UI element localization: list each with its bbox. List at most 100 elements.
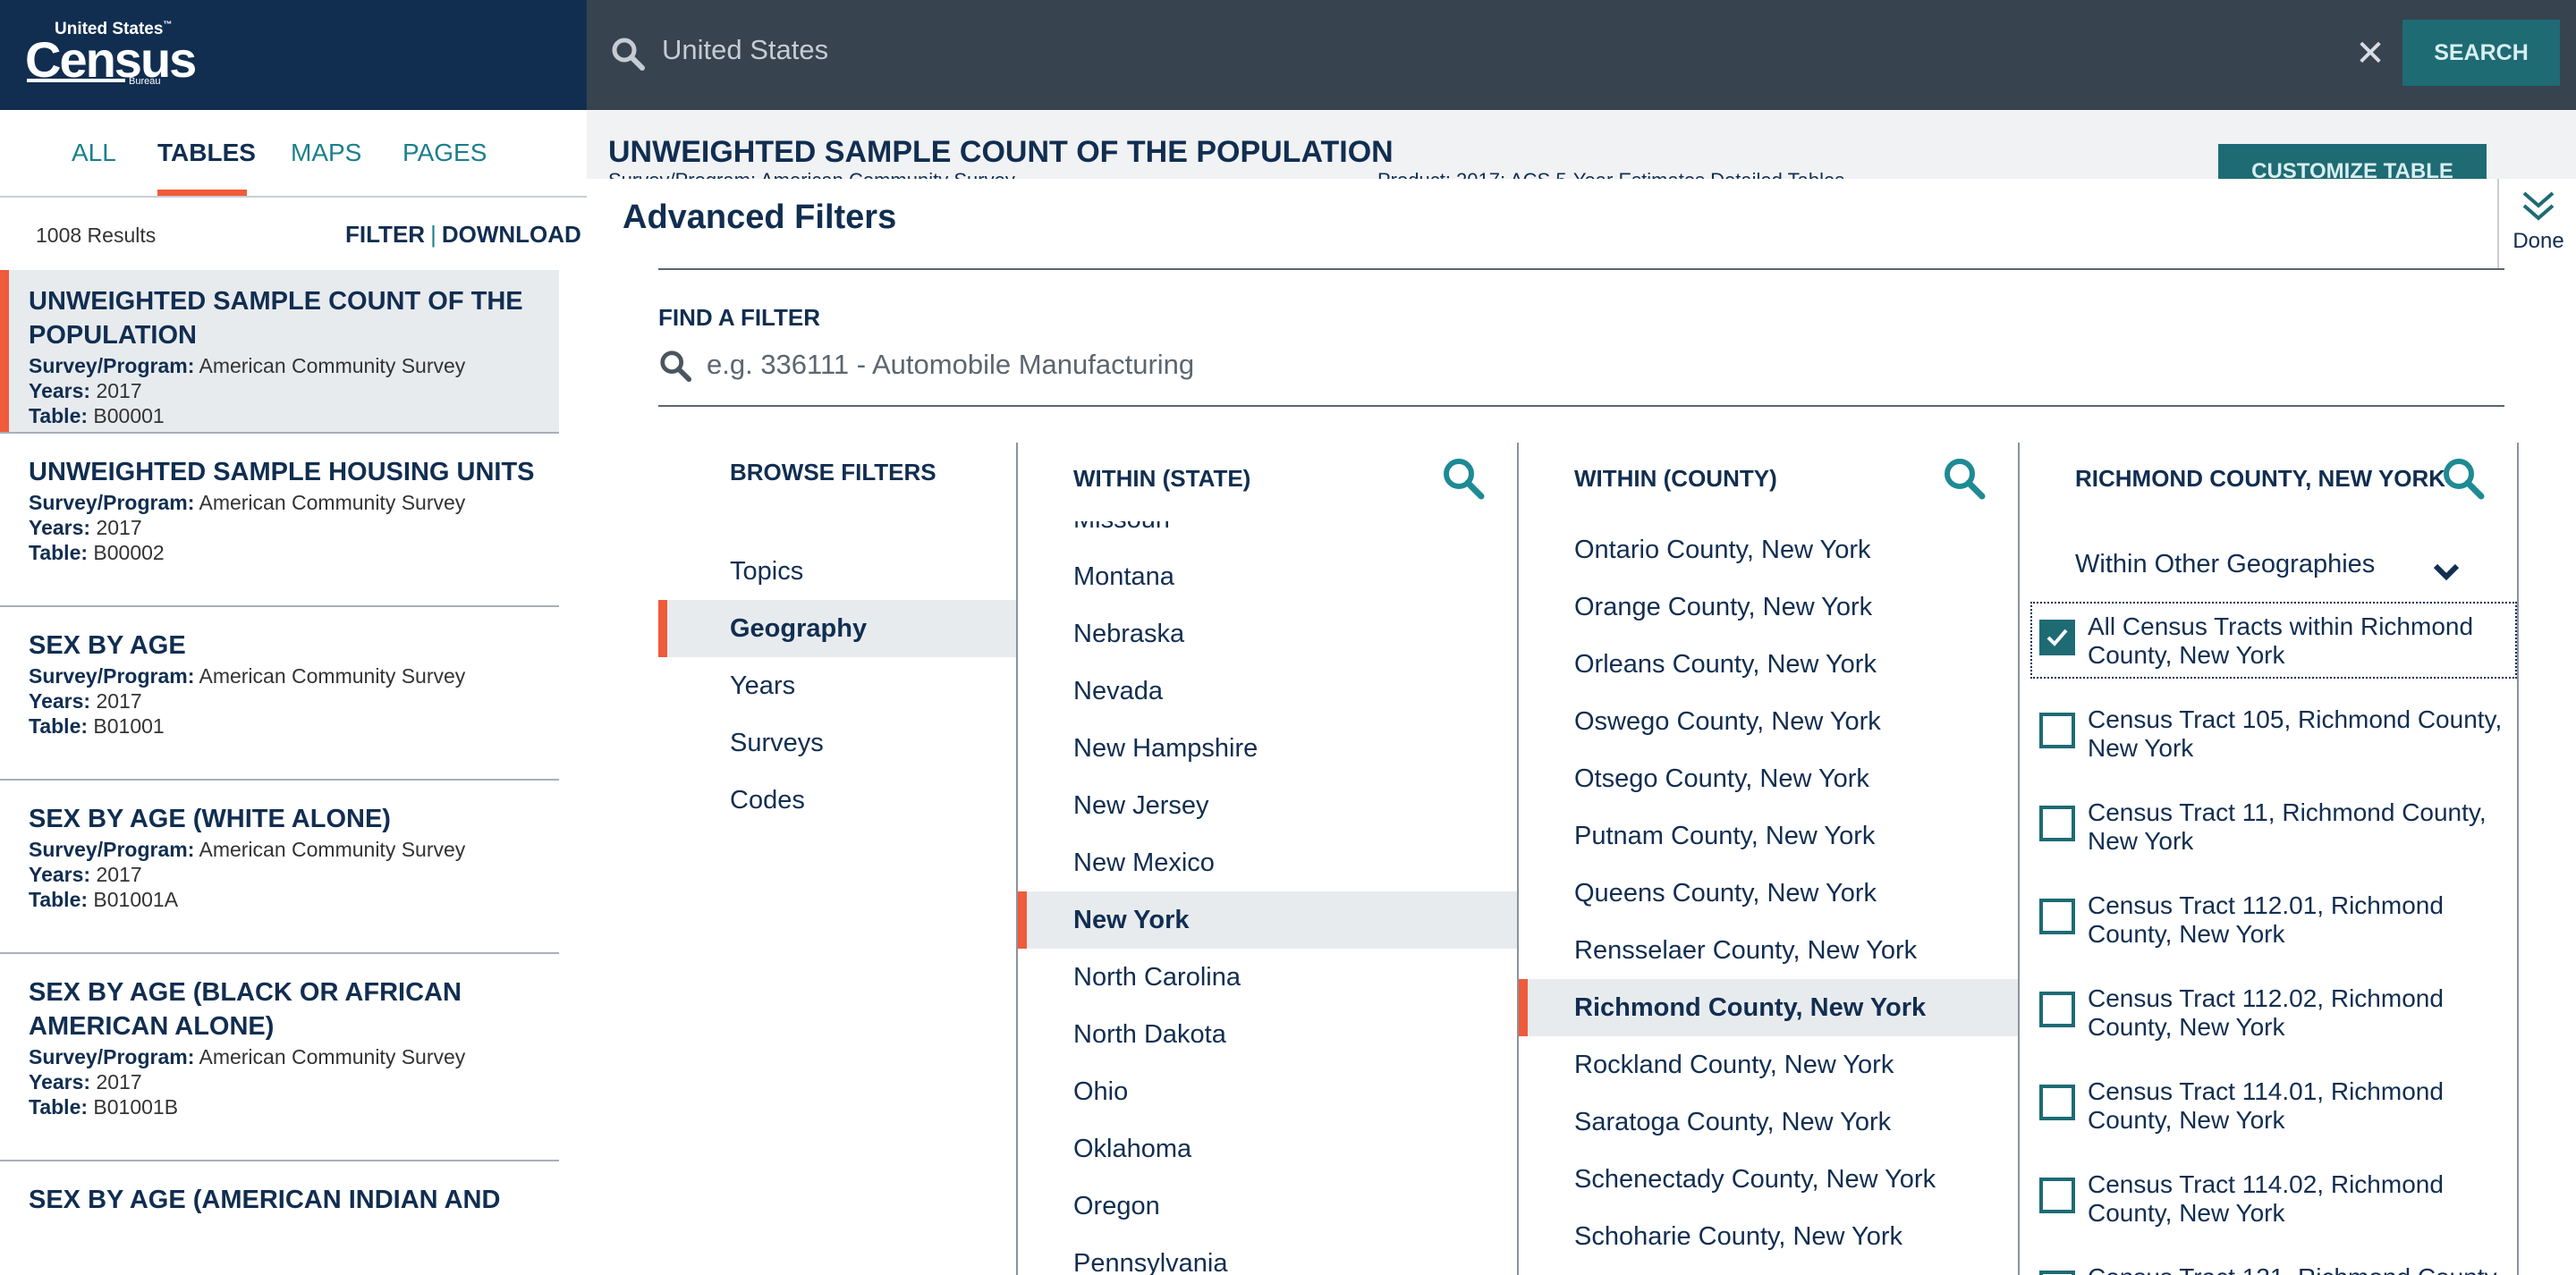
browse-item-years[interactable]: Years (658, 657, 1018, 714)
state-item[interactable]: North Dakota (1018, 1006, 1517, 1063)
state-item[interactable]: Ohio (1018, 1063, 1517, 1120)
customize-table-button[interactable]: CUSTOMIZE TABLE (2218, 144, 2487, 182)
tab-tables[interactable]: TABLES (157, 139, 256, 167)
county-item[interactable]: Schenectady County, New York (1519, 1151, 2018, 1208)
search-icon[interactable] (1941, 455, 1987, 502)
tract-label: Census Tract 114.02, Richmond County, Ne… (2088, 1170, 2444, 1227)
county-item[interactable]: Orleans County, New York (1519, 636, 2018, 693)
tract-label: Census Tract 121, Richmond County (2088, 1263, 2508, 1275)
tract-option[interactable]: Census Tract 112.01, Richmond County, Ne… (2032, 882, 2515, 956)
state-item[interactable]: Pennsylvania (1018, 1235, 1517, 1275)
census-logo[interactable]: United States™ Census Bureau (25, 20, 197, 89)
checkbox-empty-icon[interactable] (2039, 1178, 2075, 1213)
result-years: Years: 2017 (29, 689, 142, 713)
logo-underline (27, 79, 125, 82)
filter-link[interactable]: FILTER (345, 221, 425, 248)
state-item[interactable]: Missouri (1018, 521, 1517, 548)
table-title: UNWEIGHTED SAMPLE COUNT OF THE POPULATIO… (608, 135, 1394, 169)
done-label: Done (2512, 229, 2564, 253)
state-item[interactable]: North Carolina (1018, 949, 1517, 1006)
checkbox-empty-icon[interactable] (2039, 1085, 2075, 1120)
checkbox-empty-icon[interactable] (2039, 713, 2075, 748)
browse-item-geography[interactable]: Geography (658, 600, 1018, 657)
result-table-id: Table: B01001 (29, 714, 165, 738)
search-icon[interactable] (1440, 455, 1487, 502)
state-item[interactable]: New Hampshire (1018, 720, 1517, 777)
done-button[interactable]: Done (2497, 179, 2576, 268)
result-title[interactable]: SEX BY AGE (BLACK OR AFRICAN AMERICAN AL… (29, 975, 556, 1043)
result-item[interactable]: SEX BY AGE (WHITE ALONE) Survey/Program:… (0, 781, 559, 954)
checkbox-empty-icon[interactable] (2039, 899, 2075, 934)
within-county-column: WITHIN (COUNTY) Ontario County, New York… (1517, 443, 2018, 1275)
county-item[interactable]: Oswego County, New York (1519, 693, 2018, 750)
checkbox-checked-icon[interactable] (2039, 620, 2075, 655)
advanced-filters-panel: Advanced Filters Done FIND A FILTER BROW… (587, 179, 2576, 1275)
county-item[interactable]: Putnam County, New York (1519, 807, 2018, 865)
result-title[interactable]: UNWEIGHTED SAMPLE COUNT OF THE POPULATIO… (29, 284, 556, 352)
result-item[interactable]: SEX BY AGE (BLACK OR AFRICAN AMERICAN AL… (0, 954, 559, 1161)
result-title[interactable]: UNWEIGHTED SAMPLE HOUSING UNITS (29, 455, 556, 489)
tab-maps[interactable]: MAPS (291, 139, 361, 167)
county-item-selected[interactable]: Richmond County, New York (1519, 979, 2018, 1036)
state-item[interactable]: New Mexico (1018, 834, 1517, 891)
state-item[interactable]: Montana (1018, 548, 1517, 605)
result-item[interactable]: SEX BY AGE Survey/Program: American Comm… (0, 607, 559, 781)
county-item[interactable]: Saratoga County, New York (1519, 1093, 2018, 1151)
tract-option[interactable]: Census Tract 112.02, Richmond County, Ne… (2032, 975, 2515, 1049)
done-chevrons-icon (2522, 191, 2555, 221)
tract-option[interactable]: All Census Tracts within Richmond County… (2030, 602, 2517, 679)
within-other-geographies-dropdown[interactable]: Within Other Geographies (2075, 550, 2375, 579)
checkbox-empty-icon[interactable] (2039, 1271, 2075, 1275)
close-icon[interactable]: ✕ (2352, 32, 2388, 75)
result-table-id: Table: B00002 (29, 541, 165, 564)
tract-option[interactable]: Census Tract 105, Richmond County, New Y… (2032, 697, 2515, 770)
county-item[interactable]: Otsego County, New York (1519, 750, 2018, 807)
state-item[interactable]: Oregon (1018, 1178, 1517, 1235)
state-item[interactable]: New Jersey (1018, 777, 1517, 834)
result-years: Years: 2017 (29, 516, 142, 539)
result-years: Years: 2017 (29, 379, 142, 402)
header-logo-area: United States™ Census Bureau (0, 0, 587, 110)
county-item[interactable]: Rockland County, New York (1519, 1036, 2018, 1093)
state-item[interactable]: Nevada (1018, 663, 1517, 720)
result-title[interactable]: SEX BY AGE (AMERICAN INDIAN AND (29, 1183, 556, 1217)
result-title[interactable]: SEX BY AGE (WHITE ALONE) (29, 802, 556, 836)
result-item[interactable]: UNWEIGHTED SAMPLE COUNT OF THE POPULATIO… (0, 270, 559, 434)
filter-download-links: FILTER | DOWNLOAD (345, 221, 581, 249)
tract-option[interactable]: Census Tract 114.01, Richmond County, Ne… (2032, 1068, 2515, 1142)
result-title[interactable]: SEX BY AGE (29, 629, 556, 663)
download-link[interactable]: DOWNLOAD (442, 221, 581, 248)
tab-pages[interactable]: PAGES (402, 139, 487, 167)
county-list: Ontario County, New York Orange County, … (1519, 521, 2018, 1275)
chevron-down-icon[interactable] (2431, 557, 2462, 587)
tab-all[interactable]: ALL (72, 139, 116, 167)
tract-option[interactable]: Census Tract 114.02, Richmond County, Ne… (2032, 1161, 2515, 1235)
browse-item-topics[interactable]: Topics (658, 543, 1018, 600)
county-item[interactable]: Queens County, New York (1519, 865, 2018, 922)
find-filter-input[interactable] (707, 345, 2487, 384)
state-item[interactable]: Oklahoma (1018, 1120, 1517, 1178)
tract-option[interactable]: Census Tract 121, Richmond County (2032, 1254, 2515, 1275)
search-button[interactable]: SEARCH (2402, 20, 2560, 86)
result-survey: Survey/Program: American Community Surve… (29, 491, 466, 514)
search-icon[interactable] (2440, 455, 2487, 502)
state-item[interactable]: Nebraska (1018, 605, 1517, 663)
main-search-input[interactable]: United States (662, 34, 828, 66)
county-item[interactable]: Ontario County, New York (1519, 521, 2018, 578)
search-icon (660, 350, 692, 383)
result-survey: Survey/Program: American Community Surve… (29, 664, 466, 688)
browse-item-surveys[interactable]: Surveys (658, 714, 1018, 772)
result-table-id: Table: B01001A (29, 888, 179, 911)
result-item[interactable]: UNWEIGHTED SAMPLE HOUSING UNITS Survey/P… (0, 434, 559, 607)
checkbox-empty-icon[interactable] (2039, 992, 2075, 1027)
result-item[interactable]: SEX BY AGE (AMERICAN INDIAN AND (0, 1161, 559, 1275)
browse-filters-heading: BROWSE FILTERS (730, 459, 936, 486)
county-item[interactable]: Orange County, New York (1519, 578, 2018, 636)
tract-option[interactable]: Census Tract 11, Richmond County, New Yo… (2032, 789, 2515, 863)
checkbox-empty-icon[interactable] (2039, 806, 2075, 841)
browse-item-codes[interactable]: Codes (658, 772, 1018, 829)
county-item[interactable]: Rensselaer County, New York (1519, 922, 2018, 979)
county-item[interactable]: Schoharie County, New York (1519, 1208, 2018, 1265)
richmond-county-heading: RICHMOND COUNTY, NEW YORK (2075, 465, 2446, 492)
state-item-selected[interactable]: New York (1018, 891, 1517, 949)
